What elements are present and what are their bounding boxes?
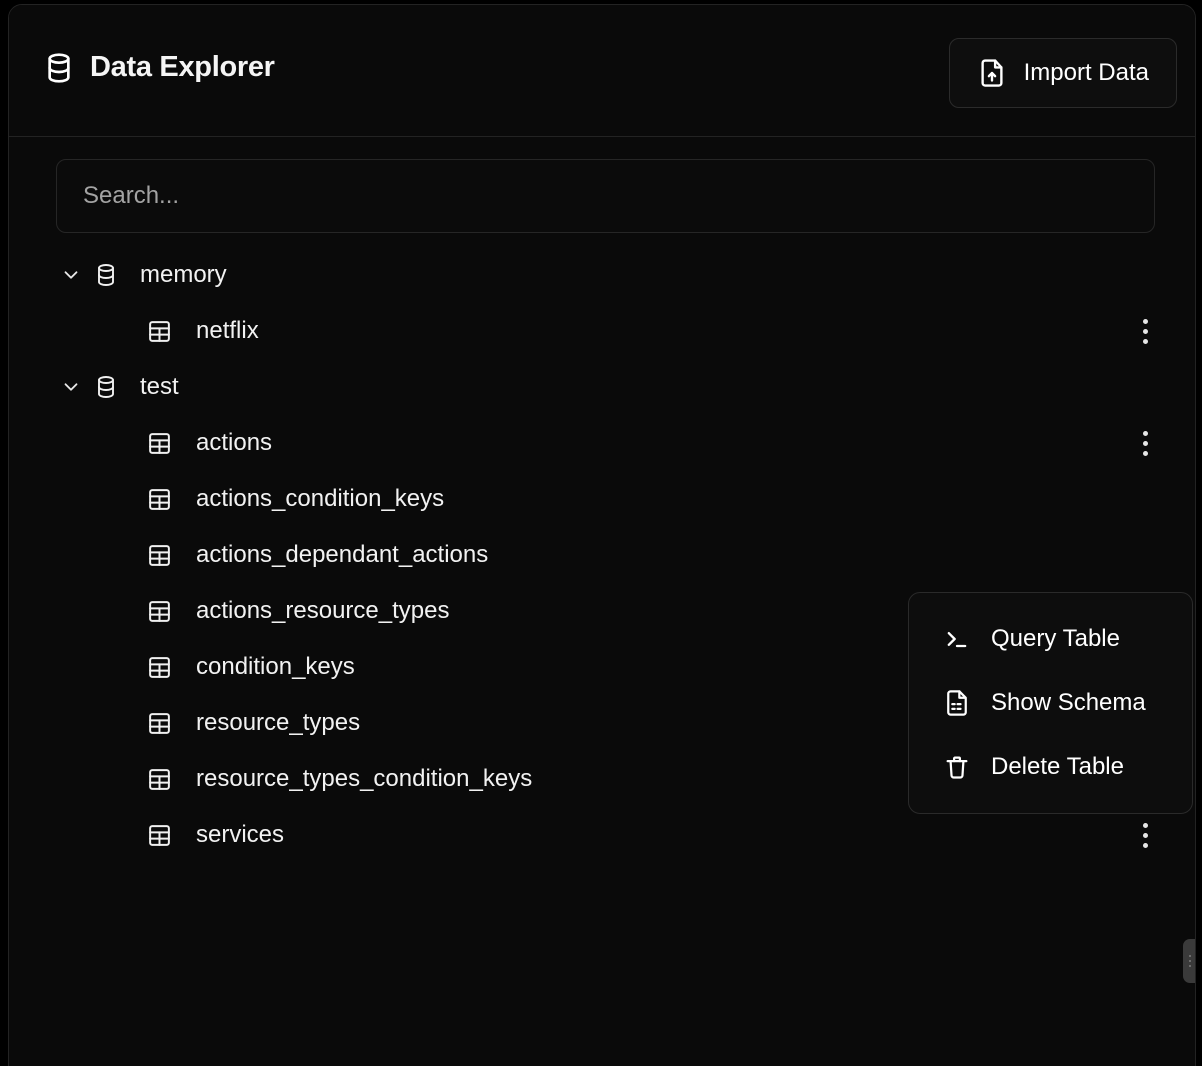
- table-icon: [147, 487, 172, 512]
- panel-resize-handle[interactable]: [1183, 939, 1195, 983]
- db-node-memory[interactable]: memory: [9, 247, 1195, 303]
- menu-item-label: Query Table: [991, 625, 1120, 652]
- table-icon: [147, 823, 172, 848]
- menu-item-show-schema[interactable]: Show Schema: [909, 671, 1192, 735]
- trash-icon: [943, 753, 971, 781]
- kebab-menu-icon[interactable]: [1133, 820, 1157, 850]
- db-node-test[interactable]: test: [9, 359, 1195, 415]
- page-title-text: Data Explorer: [90, 51, 275, 83]
- kebab-menu-icon[interactable]: [1133, 428, 1157, 458]
- table-row[interactable]: actions: [9, 415, 1195, 471]
- terminal-icon: [943, 625, 971, 653]
- database-icon: [94, 263, 118, 287]
- table-icon: [147, 655, 172, 680]
- menu-item-label: Show Schema: [991, 689, 1146, 716]
- menu-item-delete-table[interactable]: Delete Table: [909, 735, 1192, 799]
- table-context-menu: Query Table Show Schema Delete Table: [908, 592, 1193, 814]
- file-schema-icon: [943, 689, 971, 717]
- panel-body: memory netflix: [9, 137, 1195, 1066]
- table-row[interactable]: actions_condition_keys: [9, 471, 1195, 527]
- table-row[interactable]: services: [9, 807, 1195, 863]
- db-label: test: [140, 373, 179, 400]
- table-label: netflix: [196, 317, 259, 344]
- chevron-down-icon[interactable]: [56, 264, 86, 286]
- table-label: actions: [196, 429, 273, 456]
- table-icon: [147, 319, 172, 344]
- search-input[interactable]: [56, 159, 1155, 233]
- database-icon: [94, 375, 118, 399]
- table-label: services: [196, 821, 285, 848]
- file-upload-icon: [977, 58, 1007, 88]
- database-icon: [43, 52, 75, 84]
- table-row[interactable]: actions_dependant_actions: [9, 527, 1195, 583]
- table-icon: [147, 543, 172, 568]
- chevron-down-icon[interactable]: [56, 376, 86, 398]
- table-row[interactable]: netflix: [9, 303, 1195, 359]
- table-label: resource_types_condition_keys: [196, 765, 533, 792]
- kebab-menu-icon[interactable]: [1133, 316, 1157, 346]
- db-label: memory: [140, 261, 227, 288]
- table-label: actions_dependant_actions: [196, 541, 489, 568]
- import-data-button[interactable]: Import Data: [948, 38, 1177, 108]
- page-title: Data Explorer: [43, 51, 275, 84]
- table-icon: [147, 767, 172, 792]
- table-label: condition_keys: [196, 653, 355, 680]
- panel-header: Data Explorer Import Data: [9, 5, 1195, 137]
- menu-item-label: Delete Table: [991, 753, 1124, 780]
- import-data-label: Import Data: [1023, 59, 1149, 86]
- table-icon: [147, 711, 172, 736]
- table-label: actions_condition_keys: [196, 485, 445, 512]
- table-icon: [147, 431, 172, 456]
- table-label: resource_types: [196, 709, 361, 736]
- table-icon: [147, 599, 172, 624]
- menu-item-query-table[interactable]: Query Table: [909, 607, 1192, 671]
- data-explorer-panel: Data Explorer Import Data Search... memo…: [8, 4, 1196, 1066]
- table-label: actions_resource_types: [196, 597, 450, 624]
- app-root: Data Explorer Import Data Search... memo…: [0, 0, 1202, 1066]
